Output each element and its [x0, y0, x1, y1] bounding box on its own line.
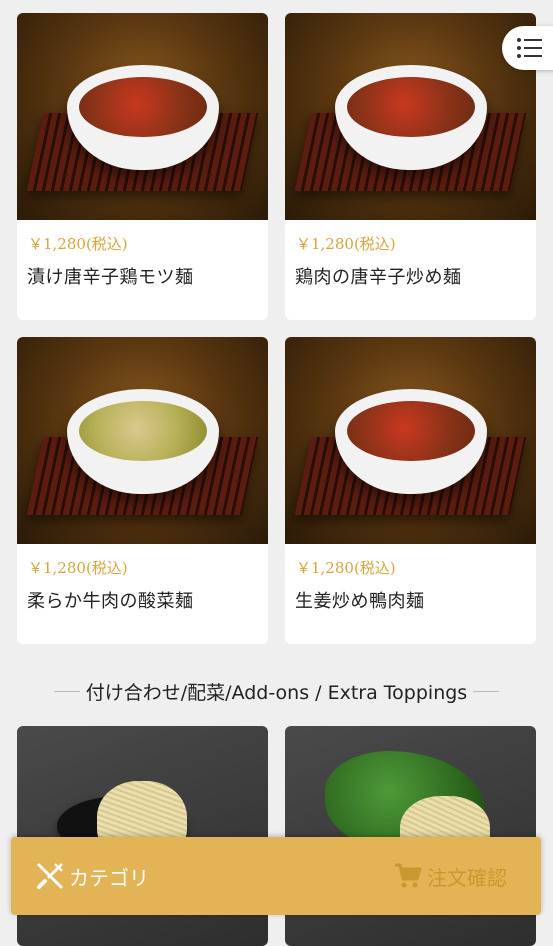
fork-knife-icon: [37, 863, 63, 889]
category-button[interactable]: カテゴリ: [35, 859, 149, 893]
product-price: ￥1,280(税込): [296, 559, 396, 577]
section-title: 付け合わせ/配菜/Add-ons / Extra Toppings: [85, 681, 468, 704]
section-heading: 付け合わせ/配菜/Add-ons / Extra Toppings: [0, 678, 553, 704]
product-price: ￥1,280(税込): [28, 559, 128, 577]
product-image: [17, 337, 268, 544]
product-name: 生姜炒め鴨肉麺: [295, 591, 425, 612]
product-name: 柔らか牛肉の酸菜麺: [27, 591, 194, 612]
product-price: ￥1,280(税込): [28, 235, 128, 253]
product-image: [285, 337, 536, 544]
product-card[interactable]: ￥1,280(税込) 漬け唐辛子鶏モツ麺: [17, 13, 268, 320]
menu-button[interactable]: [502, 26, 553, 70]
product-grid: ￥1,280(税込) 漬け唐辛子鶏モツ麺 ￥1,280(税込) 鶏肉の唐辛子炒め…: [17, 13, 536, 644]
product-name: 漬け唐辛子鶏モツ麺: [27, 267, 194, 288]
divider: [53, 690, 80, 692]
divider: [473, 690, 500, 692]
cart-icon: [395, 863, 422, 888]
product-image: [17, 13, 268, 220]
order-label: 注文確認: [427, 865, 507, 890]
product-price: ￥1,280(税込): [296, 235, 396, 253]
category-label: カテゴリ: [69, 865, 149, 890]
product-card[interactable]: ￥1,280(税込) 柔らか牛肉の酸菜麺: [17, 337, 268, 644]
product-card[interactable]: ￥1,280(税込) 鶏肉の唐辛子炒め麺: [285, 13, 536, 320]
product-name: 鶏肉の唐辛子炒め麺: [295, 267, 462, 288]
product-card[interactable]: ￥1,280(税込) 生姜炒め鴨肉麺: [285, 337, 536, 644]
order-confirm-button[interactable]: 注文確認: [393, 859, 507, 893]
bottom-bar: カテゴリ 注文確認: [11, 837, 541, 915]
product-image: [285, 13, 536, 220]
list-icon: [517, 38, 542, 58]
